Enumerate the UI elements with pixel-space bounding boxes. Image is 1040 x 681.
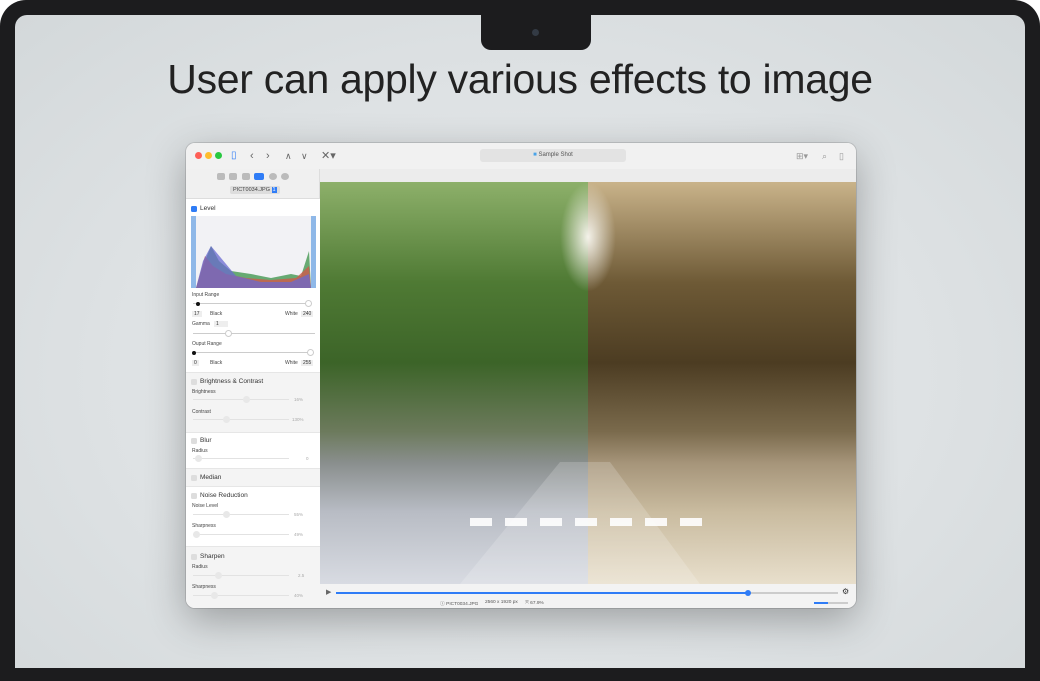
sharpen-radius-value: 2.5 [298,573,305,578]
sharpen-section: Sharpen Radius 2.5 Sharpness 40% [186,547,320,608]
filename-label: PICT0034.JPG 1 [230,186,280,194]
brightness-label: Brightness [192,389,216,395]
image-header [320,169,856,182]
status-zoom: ⤧ 67.9% [525,601,544,606]
output-range-label: Ouput Range [192,341,222,347]
section-title: Blur [200,437,212,444]
adjustments-sidebar: PICT0034.JPG 1 Level Input Range 17 Blac… [186,169,320,608]
blur-radius-slider[interactable] [193,455,289,462]
status-file: ⓘ PICT0034.JPG [440,602,479,607]
brightness-slider[interactable] [193,396,289,403]
info-tab-icon[interactable] [269,173,277,180]
inspector-icon[interactable]: ▯ [839,149,844,163]
zoom-button[interactable] [215,152,222,159]
output-white-field[interactable]: 255 [301,360,314,366]
radius-label: Radius [192,564,208,570]
level-checkbox[interactable] [191,206,197,212]
black-label: Black [210,311,223,317]
brightness-contrast-checkbox[interactable] [191,379,197,385]
blur-section: Blur Radius 0 [186,433,320,469]
tools-menu-icon[interactable]: ✕▾ [321,149,336,163]
contrast-value: 130% [292,417,304,422]
noise-sharpness-value: 49% [294,532,304,537]
notch [481,15,591,50]
section-title: Brightness & Contrast [200,378,264,385]
gamma-field[interactable]: 1 [214,321,228,327]
input-black-field[interactable]: 17 [192,311,202,317]
grid-view-icon[interactable]: ⊞▾ [796,149,808,163]
input-white-field[interactable]: 240 [301,311,314,317]
file-info-tab-icon[interactable] [217,173,225,180]
sharpen-checkbox[interactable] [191,554,197,560]
brightness-value: 16% [294,397,304,402]
gamma-label: Gamma [192,321,210,327]
forward-icon[interactable]: › [266,149,270,163]
document-tab-icon[interactable] [242,173,250,180]
zoom-slider[interactable] [814,602,848,604]
down-icon[interactable]: ∨ [301,149,308,163]
preview-image [320,182,856,584]
effects-tab-icon[interactable] [254,173,264,180]
sharpen-radius-slider[interactable] [193,572,289,579]
sharpen-sharpness-value: 40% [294,593,304,598]
sharpness-label: Sharpness [192,584,216,590]
window-title: Sample Shot [538,152,573,158]
status-dimensions: 2560 x 1920 px [485,600,518,605]
image-tab-icon[interactable] [229,173,237,180]
camera-icon [532,29,539,36]
history-tab-icon[interactable] [281,173,289,180]
histogram [191,216,316,288]
level-section: Level Input Range 17 Black White 240 Gam… [186,199,320,373]
settings-icon[interactable]: ⚙ [842,587,849,596]
contrast-label: Contrast [192,409,211,415]
back-icon[interactable]: ‹ [250,149,254,163]
white-label: White [285,311,298,317]
blur-radius-value: 0 [306,456,309,461]
noise-level-value: 55% [294,512,304,517]
noise-sharpness-slider[interactable] [193,531,289,538]
contrast-slider[interactable] [193,416,289,423]
section-title: Level [200,205,216,212]
noise-level-slider[interactable] [193,511,289,518]
output-black-field[interactable]: 0 [192,360,199,366]
search-icon[interactable]: ⌕ [822,149,827,163]
section-title: Noise Reduction [200,492,248,499]
input-range-slider[interactable] [193,300,312,307]
noise-level-label: Noise Level [192,503,219,509]
up-icon[interactable]: ∧ [285,149,292,163]
road-markings [460,462,702,584]
white-label: White [285,360,298,366]
minimize-button[interactable] [205,152,212,159]
brightness-contrast-section: Brightness & Contrast Brightness 16% Con… [186,373,320,433]
black-label: Black [210,360,223,366]
median-checkbox[interactable] [191,475,197,481]
sharpness-label: Sharpness [192,523,216,529]
play-icon[interactable]: ▶ [326,588,331,596]
input-range-label: Input Range [192,292,220,298]
noise-reduction-checkbox[interactable] [191,493,197,499]
section-title: Median [200,474,222,481]
bottom-bar: ▶ ⚙ ⓘ PICT0034.JPG 2560 x 1920 px ⤧ 67.9… [320,584,856,608]
playback-slider[interactable] [336,589,838,596]
sidebar-toggle-icon[interactable]: ▯ [231,149,237,163]
app-window: ▯ ‹ › ∧ ∨ ✕▾ ■ Sample Shot ⊞▾ ⌕ ▯ PICT00… [186,143,856,608]
close-button[interactable] [195,152,202,159]
section-title: Sharpen [200,553,225,560]
headline: User can apply various effects to image [167,56,873,102]
radius-label: Radius [192,448,208,454]
output-range-slider[interactable] [192,349,314,356]
blur-checkbox[interactable] [191,438,197,444]
folder-icon: ■ [533,152,537,158]
median-section: Median [186,469,320,487]
sharpen-sharpness-slider[interactable] [193,592,289,599]
titlebar: ▯ ‹ › ∧ ∨ ✕▾ ■ Sample Shot ⊞▾ ⌕ ▯ [186,143,856,169]
address-bar[interactable]: ■ Sample Shot [480,149,626,162]
gamma-slider[interactable] [193,330,315,337]
noise-reduction-section: Noise Reduction Noise Level 55% Sharpnes… [186,487,320,547]
